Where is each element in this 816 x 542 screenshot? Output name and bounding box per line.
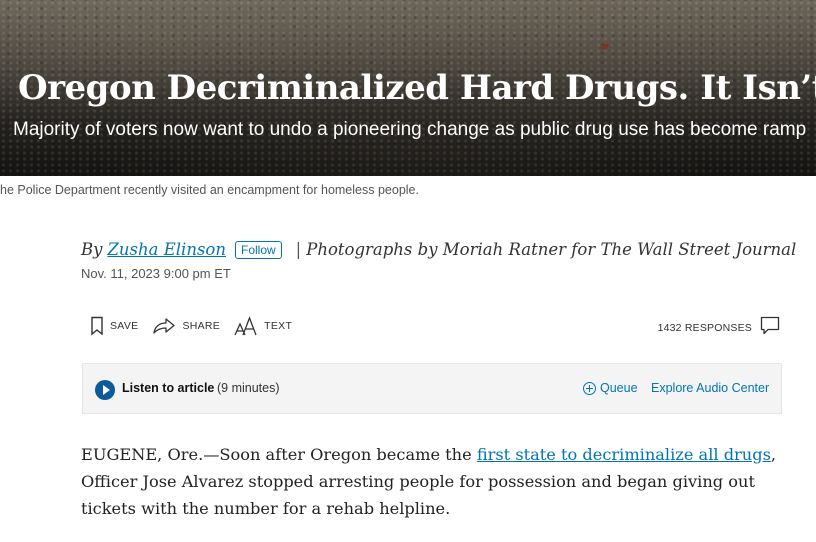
publish-date: Nov. 11, 2023 9:00 pm ET — [81, 266, 231, 281]
author-link[interactable]: Zusha Elinson — [107, 240, 226, 259]
decriminalize-link[interactable]: first state to decriminalize all drugs — [477, 445, 771, 464]
bookmark-icon — [90, 316, 104, 336]
comment-icon — [760, 316, 780, 340]
text-size-icon — [234, 316, 258, 336]
headline: Oregon Decriminalized Hard Drugs. It Isn… — [18, 68, 816, 108]
article-paragraph: EUGENE, Ore.—Soon after Oregon became th… — [81, 441, 781, 522]
byline-separator: | — [295, 240, 302, 259]
photo-caption: he Police Department recently visited an… — [0, 183, 419, 197]
save-button[interactable]: SAVE — [90, 316, 138, 336]
add-circle-icon — [583, 381, 596, 395]
play-icon[interactable] — [95, 380, 115, 400]
article-toolbar: SAVE SHARE TEXT — [90, 316, 306, 336]
share-icon — [152, 317, 176, 335]
text-size-button[interactable]: TEXT — [234, 316, 292, 336]
responses-button[interactable]: 1432 RESPONSES — [658, 316, 780, 340]
queue-button[interactable]: Queue — [583, 381, 638, 395]
audio-player-bar: Listen to article (9 minutes) Queue Expl… — [82, 363, 782, 414]
share-button[interactable]: SHARE — [152, 317, 220, 335]
byline-prefix: By — [81, 240, 103, 259]
photo-credit: Photographs by Moriah Ratner for The Wal… — [306, 240, 797, 259]
save-label: SAVE — [110, 320, 139, 332]
hero-image: Oregon Decriminalized Hard Drugs. It Isn… — [0, 0, 816, 176]
text-label: TEXT — [264, 320, 293, 332]
paragraph-lead: EUGENE, Ore.—Soon after Oregon became th… — [81, 445, 477, 464]
responses-count: 1432 RESPONSES — [657, 322, 752, 334]
byline: By Zusha Elinson Follow | Photographs by… — [81, 240, 796, 259]
audio-duration: (9 minutes) — [217, 381, 280, 395]
explore-audio-center-link[interactable]: Explore Audio Center — [651, 381, 769, 395]
follow-button[interactable]: Follow — [234, 240, 282, 259]
dek: Majority of voters now want to undo a pi… — [13, 119, 807, 140]
share-label: SHARE — [182, 320, 221, 332]
queue-label: Queue — [600, 381, 638, 395]
listen-to-article[interactable]: Listen to article — [122, 381, 214, 395]
